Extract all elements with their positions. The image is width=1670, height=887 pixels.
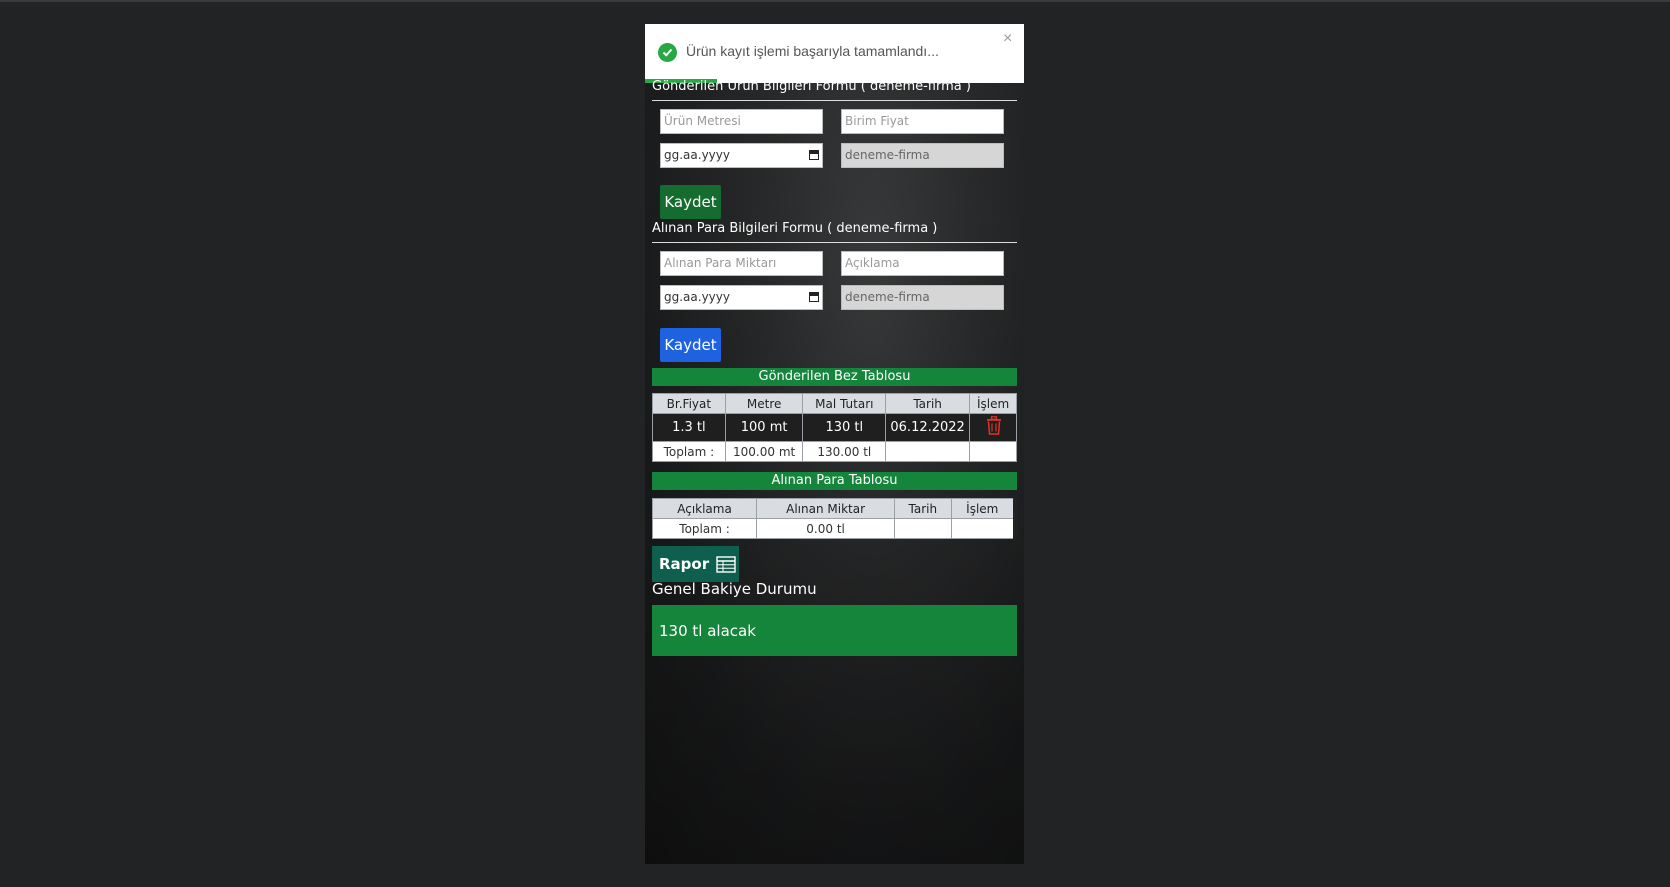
column-header: Metre bbox=[724, 393, 804, 414]
column-header: Br.Fiyat bbox=[652, 393, 726, 414]
total-amount: 0.00 tl bbox=[756, 518, 896, 539]
empty-cell bbox=[969, 441, 1017, 462]
table-icon bbox=[716, 555, 736, 573]
total-row: Toplam : 100.00 mt 130.00 tl bbox=[652, 441, 1017, 462]
empty-cell bbox=[894, 518, 952, 539]
column-header: Alınan Miktar bbox=[756, 498, 896, 519]
success-toast: Ürün kayıt işlemi başarıyla tamamlandı..… bbox=[645, 24, 1024, 83]
total-row: Toplam : 0.00 tl bbox=[651, 518, 1016, 539]
trash-icon[interactable] bbox=[986, 416, 1002, 435]
column-header: Tarih bbox=[894, 498, 952, 519]
divider bbox=[652, 242, 1017, 243]
payment-save-button[interactable]: Kaydet bbox=[660, 328, 721, 362]
payment-firm-field: deneme-firma bbox=[841, 285, 1004, 310]
date-placeholder: gg.aa.yyyy bbox=[664, 148, 730, 162]
balance-value: 130 tl alacak bbox=[659, 621, 756, 640]
column-header: İşlem bbox=[950, 498, 1016, 519]
balance-title: Genel Bakiye Durumu bbox=[652, 580, 817, 598]
column-header: İşlem bbox=[969, 393, 1017, 414]
main-panel: Ürün kayıt işlemi başarıyla tamamlandı..… bbox=[645, 24, 1024, 864]
unit-price-cell: 1.3 tl bbox=[652, 413, 726, 442]
date-cell: 06.12.2022 bbox=[885, 413, 971, 442]
received-table: Açıklama Alınan Miktar Tarih İşlem Topla… bbox=[651, 498, 1017, 539]
empty-cell bbox=[950, 518, 1016, 539]
column-header: Tarih bbox=[885, 393, 971, 414]
sent-table-title: Gönderilen Bez Tablosu bbox=[652, 368, 1017, 386]
total-label: Toplam : bbox=[652, 441, 726, 462]
calendar-icon[interactable] bbox=[809, 292, 819, 302]
sent-table: Br.Fiyat Metre Mal Tutarı Tarih İşlem 1.… bbox=[652, 393, 1017, 462]
product-save-button[interactable]: Kaydet bbox=[660, 185, 721, 219]
top-border bbox=[0, 0, 1670, 2]
action-cell bbox=[969, 413, 1017, 442]
received-table-title: Alınan Para Tablosu bbox=[652, 472, 1017, 490]
report-button[interactable]: Rapor bbox=[652, 546, 739, 582]
product-form-title: Gönderilen Ürün Bilgileri Formu ( deneme… bbox=[652, 79, 971, 94]
amount-cell: 130 tl bbox=[802, 413, 887, 442]
empty-cell bbox=[885, 441, 971, 462]
date-placeholder: gg.aa.yyyy bbox=[664, 290, 730, 304]
payment-form-title: Alınan Para Bilgileri Formu ( deneme-fir… bbox=[652, 221, 938, 236]
product-date-input[interactable]: gg.aa.yyyy bbox=[660, 143, 823, 168]
payment-amount-input[interactable]: Alınan Para Miktarı bbox=[660, 251, 823, 276]
column-header: Açıklama bbox=[651, 498, 758, 519]
toast-message: Ürün kayıt işlemi başarıyla tamamlandı..… bbox=[686, 43, 939, 59]
column-header: Mal Tutarı bbox=[802, 393, 887, 414]
total-label: Toplam : bbox=[651, 518, 758, 539]
table-row: 1.3 tl 100 mt 130 tl 06.12.2022 bbox=[652, 413, 1017, 442]
balance-box: 130 tl alacak bbox=[652, 605, 1017, 656]
close-icon[interactable]: × bbox=[1003, 30, 1012, 48]
meter-cell: 100 mt bbox=[724, 413, 804, 442]
product-firm-field: deneme-firma bbox=[841, 143, 1004, 168]
total-amount: 130.00 tl bbox=[802, 441, 887, 462]
description-input[interactable]: Açıklama bbox=[841, 251, 1004, 276]
total-meter: 100.00 mt bbox=[724, 441, 804, 462]
product-meter-input[interactable]: Ürün Metresi bbox=[660, 109, 823, 134]
calendar-icon[interactable] bbox=[809, 150, 819, 160]
check-circle-icon bbox=[658, 43, 677, 62]
divider bbox=[652, 100, 1017, 101]
payment-date-input[interactable]: gg.aa.yyyy bbox=[660, 285, 823, 310]
report-label: Rapor bbox=[659, 555, 710, 573]
unit-price-input[interactable]: Birim Fiyat bbox=[841, 109, 1004, 134]
